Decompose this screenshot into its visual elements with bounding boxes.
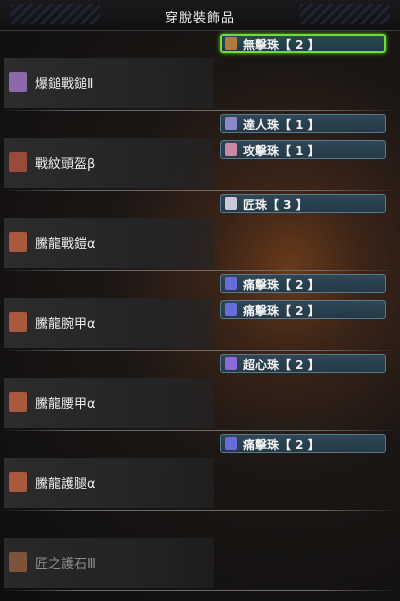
- decoration-label: 達人珠【 1 】: [243, 118, 320, 132]
- decoration-slot[interactable]: 超心珠【 2 】: [220, 354, 386, 373]
- equipment-name: 匠之護石Ⅲ: [35, 557, 96, 572]
- gem-icon: [225, 437, 237, 450]
- equipment-name: 騰龍戰鎧α: [35, 237, 96, 252]
- equipment-slot-waist[interactable]: 騰龍腰甲α: [4, 378, 214, 428]
- decoration-label: 痛擊珠【 2 】: [243, 438, 320, 452]
- gem-icon: [225, 303, 237, 316]
- decoration-slot[interactable]: 攻擊珠【 1 】: [220, 140, 386, 159]
- gem-icon: [225, 143, 237, 156]
- equipment-row-legs: 騰龍護腿α 痛擊珠【 2 】: [0, 430, 400, 511]
- decoration-label: 痛擊珠【 2 】: [243, 304, 320, 318]
- decoration-slot[interactable]: 無擊珠【 2 】: [220, 34, 386, 53]
- decoration-slot[interactable]: 痛擊珠【 2 】: [220, 300, 386, 319]
- decoration-label: 超心珠【 2 】: [243, 358, 320, 372]
- decoration-label: 痛擊珠【 2 】: [243, 278, 320, 292]
- menu-title: 穿脫裝飾品: [164, 11, 235, 26]
- decoration-slot[interactable]: 匠珠【 3 】: [220, 194, 386, 213]
- equipment-row-weapon: 爆鎚戰鎚Ⅱ 無擊珠【 2 】: [0, 30, 400, 111]
- equipment-slot-charm[interactable]: 匠之護石Ⅲ: [4, 538, 214, 588]
- gem-icon: [225, 277, 237, 290]
- gem-icon: [225, 357, 237, 370]
- equipment-name: 戰紋頭盔β: [35, 157, 96, 172]
- arm-armor-icon: [9, 312, 27, 332]
- equipment-name: 騰龍護腿α: [35, 477, 96, 492]
- leg-armor-icon: [9, 472, 27, 492]
- decoration-label: 攻擊珠【 1 】: [243, 144, 320, 158]
- equipment-slot-weapon[interactable]: 爆鎚戰鎚Ⅱ: [4, 58, 214, 108]
- decoration-slot[interactable]: 痛擊珠【 2 】: [220, 434, 386, 453]
- helmet-icon: [9, 152, 27, 172]
- menu-header: 穿脫裝飾品: [0, 0, 400, 31]
- equipment-row-arms: 騰龍腕甲α 痛擊珠【 2 】 痛擊珠【 2 】: [0, 270, 400, 351]
- equipment-row-chest: 騰龍戰鎧α 匠珠【 3 】: [0, 190, 400, 271]
- gem-icon: [225, 197, 237, 210]
- charm-icon: [9, 552, 27, 572]
- equipment-name: 爆鎚戰鎚Ⅱ: [35, 77, 94, 92]
- waist-armor-icon: [9, 392, 27, 412]
- decoration-slot[interactable]: 痛擊珠【 2 】: [220, 274, 386, 293]
- equipment-slot-chest[interactable]: 騰龍戰鎧α: [4, 218, 214, 268]
- equipment-row-waist: 騰龍腰甲α 超心珠【 2 】: [0, 350, 400, 431]
- equipment-name: 騰龍腰甲α: [35, 397, 96, 412]
- equipment-row-charm: 匠之護石Ⅲ: [0, 510, 400, 591]
- equipment-slot-head[interactable]: 戰紋頭盔β: [4, 138, 214, 188]
- equipment-name: 騰龍腕甲α: [35, 317, 96, 332]
- equipment-row-head: 戰紋頭盔β 達人珠【 1 】 攻擊珠【 1 】: [0, 110, 400, 191]
- gem-icon: [225, 37, 237, 50]
- chest-armor-icon: [9, 232, 27, 252]
- decoration-slot[interactable]: 達人珠【 1 】: [220, 114, 386, 133]
- equipment-slot-legs[interactable]: 騰龍護腿α: [4, 458, 214, 508]
- equipment-slot-arms[interactable]: 騰龍腕甲α: [4, 298, 214, 348]
- decoration-label: 無擊珠【 2 】: [243, 38, 320, 52]
- decoration-label: 匠珠【 3 】: [243, 198, 308, 212]
- hammer-icon: [9, 72, 27, 92]
- gem-icon: [225, 117, 237, 130]
